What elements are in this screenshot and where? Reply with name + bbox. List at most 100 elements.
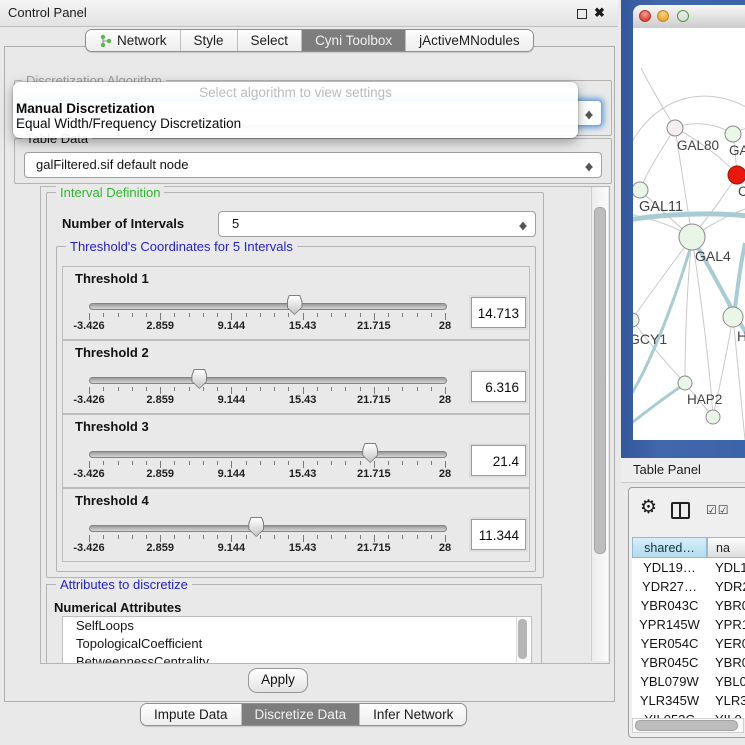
network-node[interactable]	[679, 224, 705, 250]
tab-style[interactable]: Style	[180, 30, 237, 51]
tick-label: 15.43	[273, 542, 333, 554]
table-row[interactable]: YPR145WYPR1	[632, 615, 745, 634]
major-tick	[89, 313, 90, 320]
threshold-value-field[interactable]: 6.316	[471, 371, 526, 402]
select-columns-icon[interactable]: ☑☑	[706, 503, 730, 517]
slider-handle[interactable]	[287, 295, 303, 315]
cell-shared-name: YBR043C	[632, 596, 707, 615]
network-node[interactable]	[667, 120, 683, 136]
column-header-name[interactable]: na	[707, 537, 745, 558]
network-edge[interactable]	[640, 128, 675, 190]
column-layout-icon[interactable]	[671, 502, 690, 519]
float-window-icon[interactable]	[577, 9, 587, 19]
table-row[interactable]: YER054CYER0	[632, 634, 745, 653]
popup-item-equal-width-frequency-discretization[interactable]: Equal Width/Frequency Discretization	[16, 116, 241, 131]
table-row[interactable]: YBR043CYBR0	[632, 596, 745, 615]
tab-discretize-data[interactable]: Discretize Data	[241, 704, 360, 725]
threshold-panel-2: Threshold 2-3.4262.8599.14415.4321.71528…	[62, 340, 530, 414]
apply-button[interactable]: Apply	[248, 668, 308, 693]
network-canvas[interactable]: GAL80GALCGAL11GAL4GCY1HHAP2	[633, 28, 745, 440]
close-icon[interactable]: ✖	[594, 4, 605, 22]
table-row[interactable]: YLR345WYLR3	[632, 691, 745, 710]
settings-scrollbar-thumb[interactable]	[594, 207, 606, 554]
table-hscrollbar-thumb[interactable]	[635, 720, 738, 731]
popup-item-manual-discretization[interactable]: Manual Discretization	[16, 101, 155, 116]
minor-tick	[431, 461, 432, 465]
major-tick	[303, 535, 304, 542]
network-node[interactable]	[633, 313, 639, 327]
minor-tick	[146, 387, 147, 391]
slider-handle[interactable]	[191, 369, 207, 389]
tab-jactivemnodules[interactable]: jActiveMNodules	[405, 30, 533, 51]
minor-tick	[174, 461, 175, 465]
minor-tick	[360, 387, 361, 391]
network-edge[interactable]	[692, 237, 713, 417]
tick-label: 2.859	[130, 542, 190, 554]
network-edge[interactable]	[641, 68, 675, 128]
table-row[interactable]: YIL052CYIL0	[632, 710, 745, 718]
minor-tick	[345, 313, 346, 317]
minor-tick	[431, 313, 432, 317]
minor-tick	[203, 313, 204, 317]
close-traffic-light-icon[interactable]	[639, 10, 651, 22]
tab-label: Style	[194, 33, 224, 48]
network-icon	[99, 34, 112, 47]
minor-tick	[103, 313, 104, 317]
network-node[interactable]	[706, 410, 720, 424]
network-node[interactable]	[728, 166, 745, 184]
slider-track[interactable]	[89, 377, 447, 384]
network-edge[interactable]	[633, 237, 692, 320]
tab-infer-network[interactable]: Infer Network	[359, 704, 466, 725]
network-node[interactable]	[678, 376, 692, 390]
minor-tick	[246, 535, 247, 539]
threshold-value-field[interactable]: 11.344	[471, 519, 526, 550]
number-of-intervals-spinner[interactable]: 5	[218, 211, 536, 237]
minor-tick	[132, 313, 133, 317]
network-node[interactable]	[725, 126, 741, 142]
table-row[interactable]: YDL19…YDL1	[632, 558, 745, 577]
slider-handle[interactable]	[362, 443, 378, 463]
algorithm-popup: Select algorithm to view settings Manual…	[13, 82, 578, 138]
table-row[interactable]: YBL079WYBL0	[632, 672, 745, 691]
slider-track[interactable]	[89, 303, 447, 310]
node-label-c: C	[738, 184, 745, 199]
zoom-traffic-light-icon[interactable]	[677, 10, 689, 22]
slider-track[interactable]	[89, 451, 447, 458]
node-label-gal4: GAL4	[695, 248, 731, 264]
minimize-traffic-light-icon[interactable]	[657, 10, 669, 22]
network-node[interactable]	[633, 182, 648, 198]
network-edge-highlighted[interactable]	[633, 242, 692, 398]
tab-cyni-toolbox[interactable]: Cyni Toolbox	[301, 30, 405, 51]
spinner-arrows-icon	[519, 217, 528, 232]
tick-label: 15.43	[273, 468, 333, 480]
algorithm-popup-placeholder: Select algorithm to view settings	[13, 85, 578, 100]
tick-label: 15.43	[273, 394, 333, 406]
attribute-item-topologicalcoefficient[interactable]: TopologicalCoefficient	[63, 635, 531, 653]
slider-handle[interactable]	[248, 517, 264, 537]
network-node[interactable]	[723, 307, 743, 327]
slider-track[interactable]	[89, 525, 447, 532]
gear-icon[interactable]: ⚙	[640, 497, 657, 519]
table-data-combobox[interactable]: galFiltered.sif default node	[24, 152, 602, 178]
column-header-shared-name[interactable]: shared…	[632, 537, 707, 558]
tab-select[interactable]: Select	[237, 30, 302, 51]
minor-tick	[274, 535, 275, 539]
table-row[interactable]: YDR27…YDR2	[632, 577, 745, 596]
network-window-titlebar[interactable]	[633, 5, 745, 29]
network-edge-highlighted[interactable]	[633, 384, 685, 426]
network-edge-highlighted[interactable]	[734, 243, 745, 317]
threshold-value-field[interactable]: 21.4	[471, 445, 526, 476]
tab-impute-data[interactable]: Impute Data	[141, 704, 241, 725]
tick-label: 28	[415, 394, 475, 406]
minor-tick	[417, 461, 418, 465]
table-row[interactable]: YBR045CYBR0	[632, 653, 745, 672]
minor-tick	[203, 535, 204, 539]
attributes-scrollbar-thumb[interactable]	[518, 619, 527, 659]
network-edge[interactable]	[633, 320, 685, 383]
threshold-value-field[interactable]: 14.713	[471, 297, 526, 328]
attribute-item-selfloops[interactable]: SelfLoops	[63, 617, 531, 635]
numerical-attributes-list[interactable]: SelfLoopsTopologicalCoefficientBetweenne…	[62, 616, 532, 663]
tick-label: 21.715	[344, 394, 404, 406]
attribute-item-betweennesscentrality[interactable]: BetweennessCentrality	[63, 653, 531, 663]
tab-network[interactable]: Network	[86, 30, 180, 51]
